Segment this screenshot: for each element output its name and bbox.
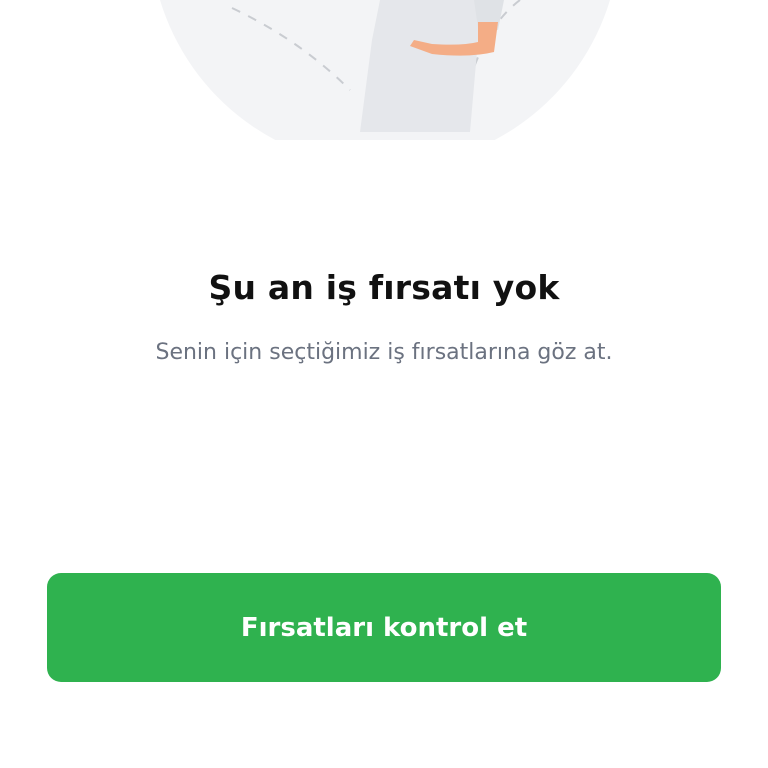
empty-state-subtitle: Senin için seçtiğimiz iş fırsatlarına gö…: [155, 340, 613, 365]
illustration-figure-body: [360, 0, 490, 132]
empty-state-title: Şu an iş fırsatı yok: [208, 268, 560, 307]
check-opportunities-button[interactable]: Fırsatları kontrol et: [47, 573, 721, 682]
empty-state-illustration: [160, 0, 610, 140]
empty-state-screen: Şu an iş fırsatı yok Senin için seçtiğim…: [0, 0, 768, 768]
check-opportunities-button-label: Fırsatları kontrol et: [240, 612, 528, 643]
